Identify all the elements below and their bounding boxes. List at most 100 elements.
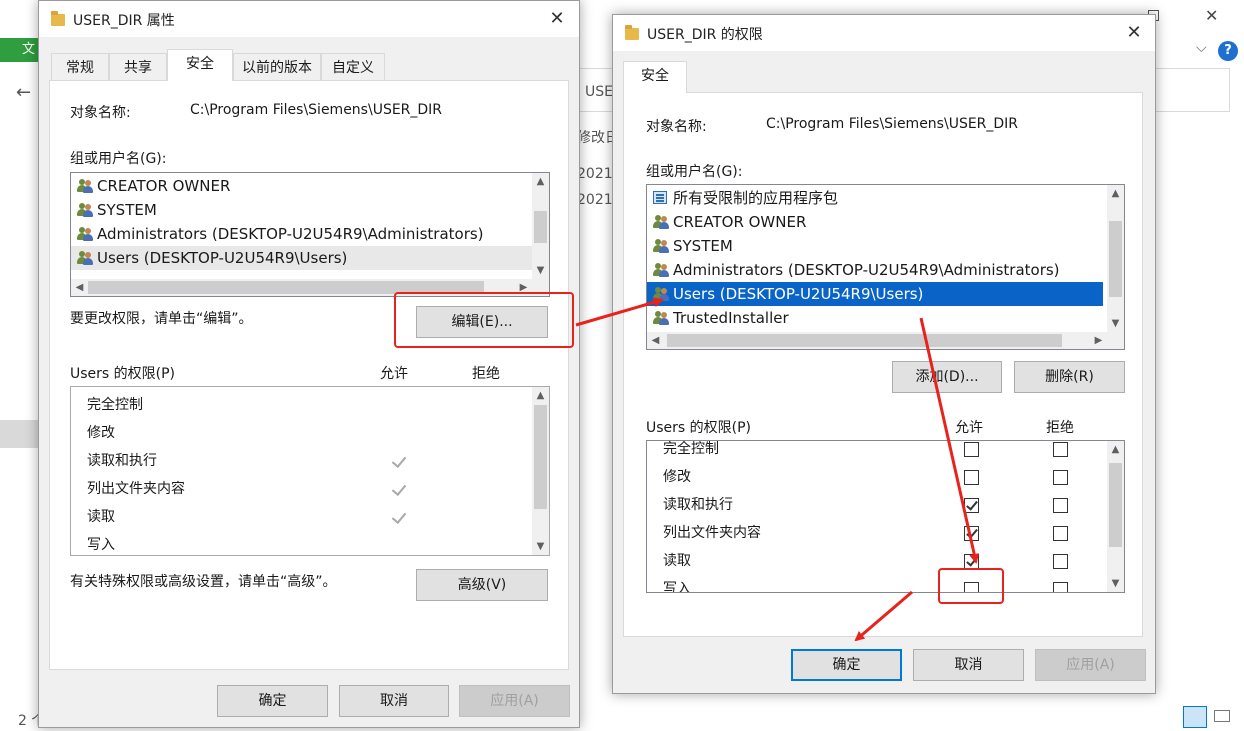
scroll-thumb[interactable]: [534, 405, 547, 509]
tab-general[interactable]: 常规: [51, 53, 109, 81]
permissions-label: Users 的权限(P): [646, 420, 752, 436]
close-icon[interactable]: ✕: [1205, 6, 1218, 25]
large-icons-view-icon[interactable]: [1214, 710, 1230, 722]
list-item-label: TrustedInstaller: [673, 309, 789, 327]
permission-name: 读取: [87, 509, 115, 525]
scroll-up-icon[interactable]: ▲: [532, 173, 549, 190]
scroll-up-icon[interactable]: ▲: [532, 387, 549, 404]
tab-security[interactable]: 安全: [623, 61, 687, 93]
list-item-label: 所有受限制的应用程序包: [673, 189, 839, 207]
list-item[interactable]: Users (DESKTOP-U2U54R9\Users): [71, 246, 534, 270]
list-item[interactable]: SYSTEM: [647, 234, 1109, 258]
allow-check-icon: [391, 454, 407, 470]
permission-row: 修改: [647, 463, 691, 491]
group-list[interactable]: CREATOR OWNER SYSTEM Administrators (DES…: [70, 172, 550, 297]
chevron-down-icon[interactable]: ⌵: [1196, 40, 1207, 56]
group-list[interactable]: 所有受限制的应用程序包 CREATOR OWNER SYSTEM Adminis…: [646, 184, 1125, 350]
ribbon-file-tab[interactable]: 文: [0, 38, 40, 62]
scroll-thumb[interactable]: [1109, 221, 1122, 297]
object-name-value: C:\Program Files\Siemens\USER_DIR: [190, 102, 443, 118]
scroll-thumb[interactable]: [667, 334, 1062, 347]
tab-sharing[interactable]: 共享: [109, 53, 167, 81]
users-icon: [77, 227, 93, 241]
permission-row: 读取: [71, 503, 115, 531]
allow-checkbox[interactable]: [964, 470, 979, 485]
deny-checkbox[interactable]: [1053, 554, 1068, 569]
allow-header: 允许: [955, 420, 983, 436]
ok-button[interactable]: 确定: [791, 649, 902, 681]
list-item[interactable]: CREATOR OWNER: [71, 174, 534, 198]
list-item[interactable]: SYSTEM: [71, 198, 534, 222]
apply-button[interactable]: 应用(A): [459, 685, 570, 717]
allow-checkbox[interactable]: [964, 442, 979, 457]
scroll-thumb[interactable]: [1109, 463, 1122, 547]
close-icon[interactable]: ✕: [1124, 22, 1144, 43]
deny-checkbox[interactable]: [1053, 582, 1068, 592]
list-item[interactable]: Administrators (DESKTOP-U2U54R9\Administ…: [647, 258, 1109, 282]
cancel-button[interactable]: 取消: [339, 685, 449, 717]
scroll-thumb[interactable]: [534, 211, 547, 243]
remove-button[interactable]: 删除(R): [1014, 361, 1125, 393]
apply-button[interactable]: 应用(A): [1035, 649, 1146, 681]
deny-header: 拒绝: [472, 366, 500, 382]
allow-checkbox[interactable]: [964, 526, 979, 541]
list-item-label: Administrators (DESKTOP-U2U54R9\Administ…: [97, 225, 484, 243]
users-icon: [653, 311, 669, 325]
scroll-down-icon[interactable]: ▼: [1107, 575, 1124, 592]
vertical-scrollbar[interactable]: ▲ ▼: [1107, 441, 1124, 592]
scroll-left-icon[interactable]: ◀: [647, 332, 664, 349]
object-name-label: 对象名称:: [70, 105, 131, 121]
allow-check-icon: [391, 482, 407, 498]
address-text: USE: [585, 84, 613, 100]
deny-checkbox[interactable]: [1053, 470, 1068, 485]
vertical-scrollbar[interactable]: ▲ ▼: [532, 173, 549, 279]
deny-checkbox[interactable]: [1053, 498, 1068, 513]
tab-security[interactable]: 安全: [167, 49, 233, 81]
scroll-up-icon[interactable]: ▲: [1107, 441, 1124, 458]
add-button[interactable]: 添加(D)...: [892, 361, 1002, 393]
allow-checkbox[interactable]: [964, 498, 979, 513]
deny-checkbox[interactable]: [1053, 526, 1068, 541]
edit-hint: 要更改权限，请单击“编辑”。: [70, 311, 253, 327]
list-item-selected[interactable]: Users (DESKTOP-U2U54R9\Users): [647, 282, 1103, 306]
list-item[interactable]: Administrators (DESKTOP-U2U54R9\Administ…: [71, 222, 534, 246]
permission-row: 读取和执行: [71, 447, 157, 475]
nav-pane-selected[interactable]: [0, 420, 38, 448]
allow-header: 允许: [380, 366, 408, 382]
scroll-right-icon[interactable]: ▶: [1090, 332, 1107, 349]
edit-button-highlight: [394, 292, 574, 348]
scroll-up-icon[interactable]: ▲: [1107, 185, 1124, 202]
users-icon: [77, 203, 93, 217]
vertical-scrollbar[interactable]: ▲ ▼: [1107, 185, 1124, 332]
permission-name: 修改: [87, 425, 115, 441]
cancel-button[interactable]: 取消: [913, 649, 1024, 681]
permission-list: 完全控制 修改 读取和执行 列出文件夹内容 读取 写入 ▲ ▼: [70, 386, 550, 556]
back-arrow-icon[interactable]: ←: [16, 82, 31, 103]
details-view-icon[interactable]: [1183, 706, 1207, 728]
permission-row: 写入: [647, 575, 691, 592]
vertical-scrollbar[interactable]: ▲ ▼: [532, 387, 549, 555]
permission-list[interactable]: 完全控制 修改 读取和执行 列出文件夹内容 读取 写入 ▲ ▼: [646, 440, 1125, 593]
ok-button[interactable]: 确定: [217, 685, 328, 717]
scroll-down-icon[interactable]: ▼: [532, 538, 549, 555]
permissions-dialog: USER_DIR 的权限 ✕ 安全 对象名称: C:\Program Files…: [612, 14, 1156, 694]
list-item[interactable]: TrustedInstaller: [647, 306, 1109, 330]
advanced-button[interactable]: 高级(V): [416, 569, 548, 601]
scroll-down-icon[interactable]: ▼: [1107, 315, 1124, 332]
allow-checkbox[interactable]: [964, 554, 979, 569]
list-item[interactable]: CREATOR OWNER: [647, 210, 1109, 234]
tab-previous-versions[interactable]: 以前的版本: [233, 53, 321, 81]
list-item[interactable]: 所有受限制的应用程序包: [647, 186, 1109, 210]
scroll-left-icon[interactable]: ◀: [71, 279, 88, 296]
close-icon[interactable]: ✕: [547, 8, 567, 29]
scroll-down-icon[interactable]: ▼: [532, 262, 549, 279]
titlebar: USER_DIR 属性 ✕: [39, 1, 579, 37]
permission-row: 读取和执行: [647, 491, 733, 519]
help-icon[interactable]: ?: [1218, 41, 1238, 61]
horizontal-scrollbar[interactable]: ◀ ▶: [647, 332, 1124, 349]
list-item-label: SYSTEM: [673, 237, 733, 255]
deny-checkbox[interactable]: [1053, 442, 1068, 457]
tab-custom[interactable]: 自定义: [321, 53, 385, 81]
permission-name: 修改: [663, 469, 691, 485]
users-icon: [653, 239, 669, 253]
